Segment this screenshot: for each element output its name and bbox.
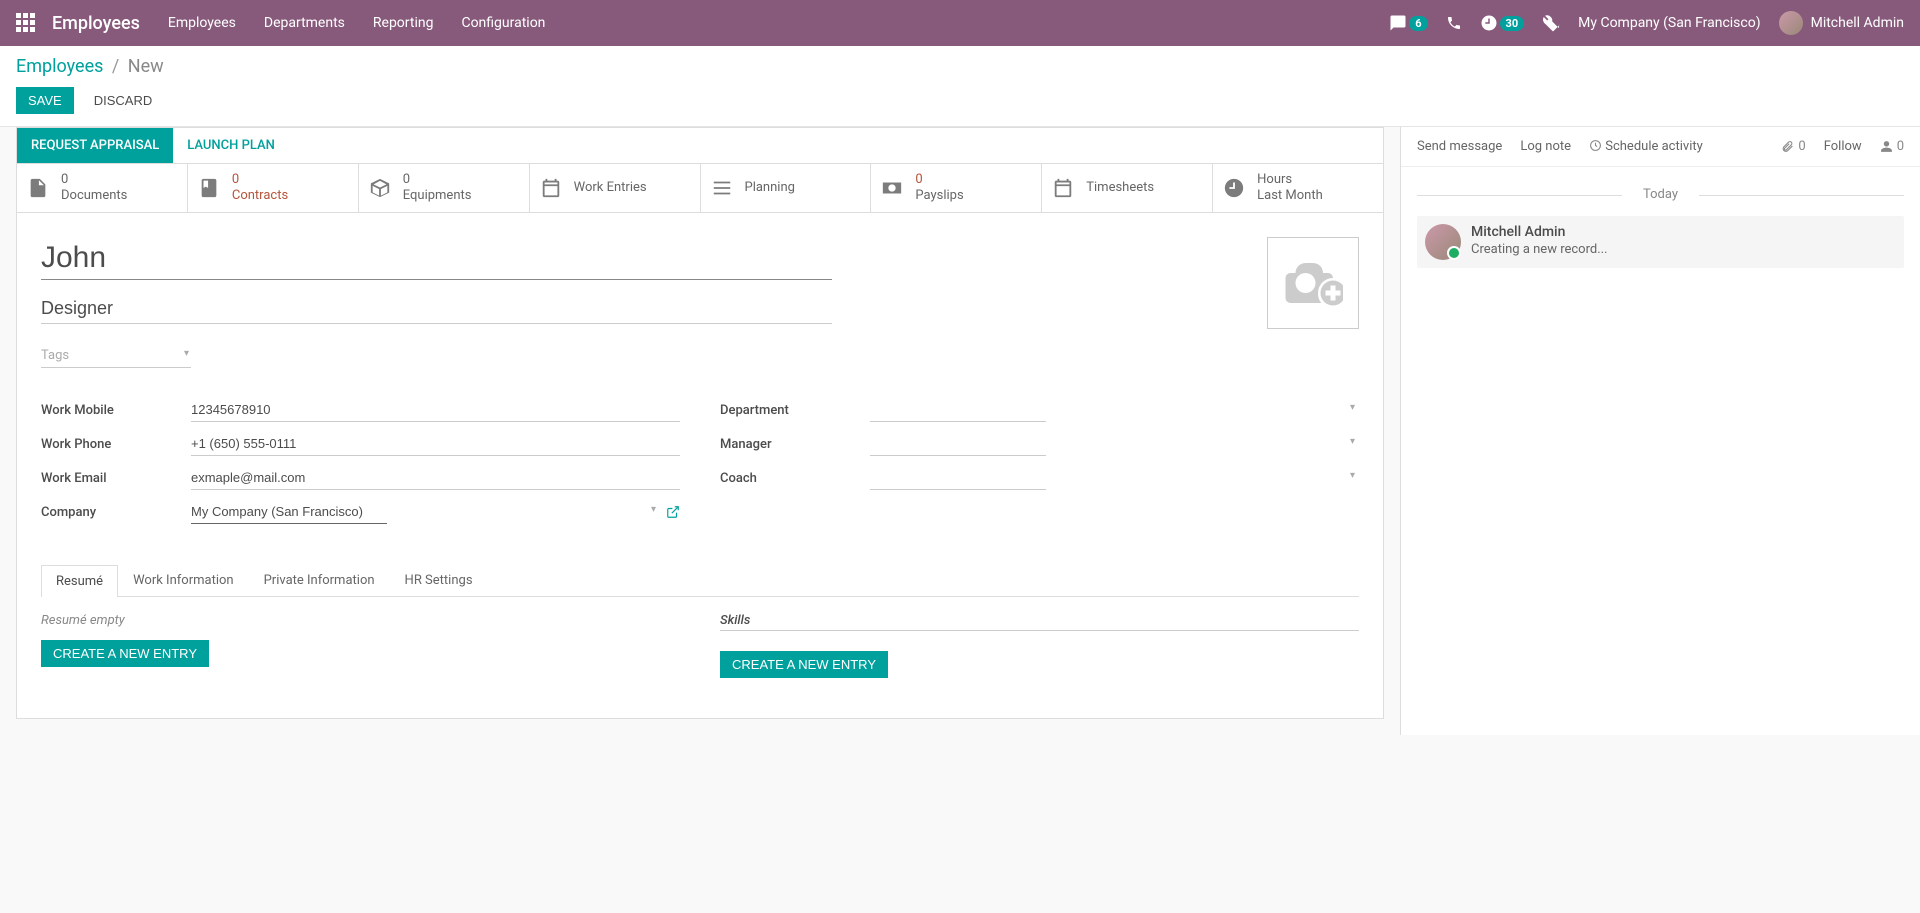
- book-icon: [198, 177, 224, 199]
- work-mobile-input[interactable]: [191, 398, 680, 422]
- work-mobile-label: Work Mobile: [41, 403, 191, 418]
- tab-work-information[interactable]: Work Information: [118, 564, 249, 596]
- clock-icon: [1223, 177, 1249, 199]
- company-label: Company: [41, 505, 191, 520]
- chatter-day-separator: Today: [1417, 187, 1904, 202]
- department-select[interactable]: [870, 398, 1046, 422]
- stat-timesheets[interactable]: Timesheets: [1042, 164, 1213, 212]
- form-tabs: Resumé Work Information Private Informat…: [41, 564, 1359, 597]
- debug-icon[interactable]: [1542, 14, 1560, 32]
- menu-reporting[interactable]: Reporting: [373, 15, 434, 31]
- user-avatar-icon: [1779, 11, 1803, 35]
- followers-count[interactable]: 0: [1880, 139, 1904, 154]
- manager-label: Manager: [720, 437, 870, 452]
- activities-badge: 30: [1500, 16, 1525, 31]
- skills-label: Skills: [720, 613, 1359, 631]
- stat-last-month[interactable]: HoursLast Month: [1213, 164, 1383, 212]
- tags-input[interactable]: Tags: [41, 344, 191, 368]
- stat-equipments[interactable]: 0Equipments: [359, 164, 530, 212]
- breadcrumb-root[interactable]: Employees: [16, 56, 103, 77]
- job-title-input[interactable]: [41, 294, 832, 324]
- work-phone-input[interactable]: [191, 432, 680, 456]
- cubes-icon: [369, 177, 395, 199]
- user-name: Mitchell Admin: [1811, 15, 1904, 31]
- messages-icon[interactable]: 6: [1389, 14, 1427, 32]
- calendar-icon: [540, 177, 566, 199]
- chatter: Send message Log note Schedule activity …: [1400, 127, 1920, 735]
- save-button[interactable]: SAVE: [16, 87, 74, 114]
- company-selector[interactable]: My Company (San Francisco): [1578, 15, 1760, 31]
- activities-icon[interactable]: 30: [1480, 14, 1525, 32]
- stat-work-entries[interactable]: Work Entries: [530, 164, 701, 212]
- message-text: Creating a new record...: [1471, 242, 1608, 257]
- work-email-label: Work Email: [41, 471, 191, 486]
- breadcrumb-current: New: [128, 56, 164, 77]
- control-bar: Employees / New SAVE DISCARD: [0, 46, 1920, 127]
- work-phone-label: Work Phone: [41, 437, 191, 452]
- brand-title: Employees: [52, 13, 140, 34]
- document-icon: [27, 177, 53, 199]
- work-email-input[interactable]: [191, 466, 680, 490]
- company-external-link-icon[interactable]: [666, 505, 680, 519]
- follow-button[interactable]: Follow: [1824, 139, 1862, 154]
- status-bar: REQUEST APPRAISAL LAUNCH PLAN: [16, 127, 1384, 163]
- discard-button[interactable]: DISCARD: [82, 87, 165, 114]
- breadcrumb: Employees / New: [16, 56, 1904, 77]
- menu-employees[interactable]: Employees: [168, 15, 236, 31]
- phone-icon[interactable]: [1446, 15, 1462, 31]
- form-sheet: 0Documents 0Contracts 0Equipments Work E…: [16, 163, 1384, 719]
- stat-planning[interactable]: Planning: [701, 164, 872, 212]
- stat-payslips[interactable]: 0Payslips: [871, 164, 1042, 212]
- name-input[interactable]: [41, 237, 832, 280]
- message-avatar-icon: [1425, 224, 1461, 260]
- stat-buttons: 0Documents 0Contracts 0Equipments Work E…: [17, 164, 1383, 213]
- department-label: Department: [720, 403, 870, 418]
- tab-hr-settings[interactable]: HR Settings: [390, 564, 488, 596]
- message-author: Mitchell Admin: [1471, 224, 1608, 240]
- employee-image[interactable]: [1267, 237, 1359, 329]
- stat-documents[interactable]: 0Documents: [17, 164, 188, 212]
- menu-departments[interactable]: Departments: [264, 15, 345, 31]
- company-select[interactable]: [191, 500, 387, 524]
- schedule-activity-button[interactable]: Schedule activity: [1589, 139, 1703, 154]
- log-note-button[interactable]: Log note: [1520, 139, 1571, 154]
- tab-resume[interactable]: Resumé: [41, 565, 118, 597]
- attachments-count[interactable]: 0: [1781, 139, 1805, 154]
- top-nav: Employees Employees Departments Reportin…: [0, 0, 1920, 46]
- create-resume-entry-button[interactable]: CREATE A NEW ENTRY: [41, 640, 209, 667]
- messages-badge: 6: [1409, 16, 1427, 31]
- main-menu: Employees Departments Reporting Configur…: [168, 15, 546, 31]
- apps-icon[interactable]: [16, 13, 36, 33]
- manager-select[interactable]: [870, 432, 1046, 456]
- coach-select[interactable]: [870, 466, 1046, 490]
- menu-configuration[interactable]: Configuration: [461, 15, 545, 31]
- breadcrumb-sep: /: [112, 56, 119, 77]
- stat-contracts[interactable]: 0Contracts: [188, 164, 359, 212]
- calendar2-icon: [1052, 177, 1078, 199]
- create-skill-entry-button[interactable]: CREATE A NEW ENTRY: [720, 651, 888, 678]
- launch-plan-button[interactable]: LAUNCH PLAN: [173, 128, 289, 163]
- tab-private-information[interactable]: Private Information: [249, 564, 390, 596]
- coach-label: Coach: [720, 471, 870, 486]
- money-icon: [881, 177, 907, 199]
- resume-empty-text: Resumé empty: [41, 613, 680, 628]
- send-message-button[interactable]: Send message: [1417, 139, 1502, 154]
- request-appraisal-button[interactable]: REQUEST APPRAISAL: [17, 128, 173, 163]
- chatter-message: Mitchell Admin Creating a new record...: [1417, 216, 1904, 268]
- tasks-icon: [711, 177, 737, 199]
- user-menu[interactable]: Mitchell Admin: [1779, 11, 1904, 35]
